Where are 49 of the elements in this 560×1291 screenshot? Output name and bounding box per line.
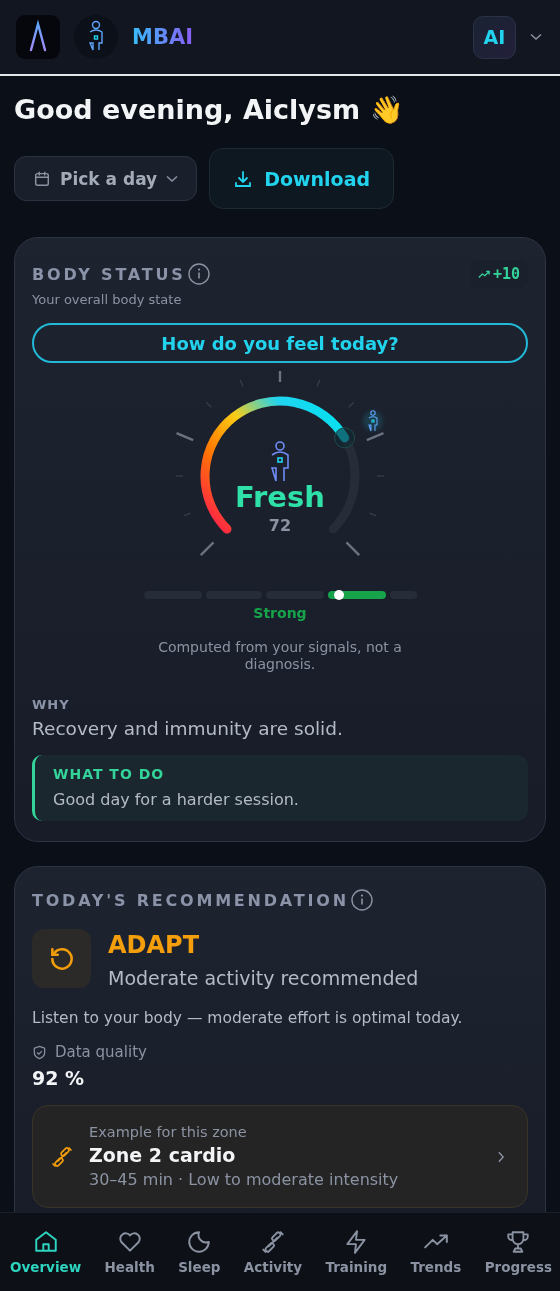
calendar-icon: [33, 169, 51, 188]
recommendation-text: Listen to your body — moderate effort is optimal today.: [32, 1009, 464, 1027]
quality-label: Data quality: [55, 1043, 147, 1061]
nav-tab[interactable]: Training: [323, 1213, 390, 1291]
feeling-button[interactable]: How do you feel today?: [32, 323, 528, 363]
gauge-end-marker: [334, 427, 356, 449]
why-text: Recovery and immunity are solid.: [32, 718, 344, 739]
account-avatar[interactable]: AI: [473, 15, 516, 59]
status-label: Fresh: [235, 480, 325, 514]
zone-dot: [333, 590, 344, 600]
small-figure-icon: [362, 410, 383, 432]
body-figure-icon: [271, 441, 289, 482]
recommendation-status: ADAPT: [108, 931, 201, 959]
moon-icon: [186, 1229, 213, 1255]
example-name: Zone 2 cardio: [89, 1144, 237, 1166]
card-title: BODY STATUS: [32, 264, 186, 284]
nav-tab[interactable]: Sleep: [176, 1213, 223, 1291]
download-icon: [233, 168, 254, 189]
disclaimer: Computed from your signals, not a diagnosis.: [157, 639, 403, 673]
section-label: WHY: [32, 697, 71, 712]
chevron-down-icon[interactable]: [530, 33, 542, 41]
advice-label: WHAT TO DO: [53, 766, 166, 782]
trend-up-icon: [477, 268, 490, 280]
advice-text: Good day for a harder session.: [53, 790, 300, 809]
card-title: TODAY'S RECOMMENDATION: [32, 890, 349, 910]
greeting: Good evening, Aiclysm 👋: [14, 93, 405, 127]
info-icon[interactable]: [187, 263, 210, 285]
body-avatar-icon: [74, 15, 118, 59]
app-logo[interactable]: [16, 15, 60, 59]
example-card[interactable]: Example for this zone Zone 2 cardio 30–45 min · Low to moderate intensity: [32, 1105, 528, 1208]
date-picker-button[interactable]: Pick a day: [14, 156, 198, 201]
zone-label: Strong: [252, 605, 308, 621]
example-caption: Example for this zone: [89, 1124, 248, 1140]
nav-tab[interactable]: Trends: [408, 1213, 464, 1291]
example-detail: 30–45 min · Low to moderate intensity: [89, 1170, 400, 1189]
home-icon: [32, 1229, 59, 1255]
nav-tab[interactable]: Progress: [482, 1213, 554, 1291]
shield-check-icon: [32, 1044, 47, 1060]
info-icon[interactable]: [350, 889, 373, 911]
nav-tab[interactable]: Health: [102, 1213, 157, 1291]
status-score: 72: [268, 516, 292, 535]
quality-value: 92 %: [32, 1067, 86, 1089]
nav-tab[interactable]: Overview: [8, 1213, 84, 1291]
download-button[interactable]: Download: [209, 148, 395, 209]
card-subtitle: Your overall body state: [32, 292, 183, 307]
trophy-icon: [505, 1229, 532, 1255]
recommendation-summary: Moderate activity recommended: [108, 967, 419, 989]
nav-tab[interactable]: Activity: [241, 1213, 305, 1291]
trend-value: +10: [492, 265, 520, 283]
